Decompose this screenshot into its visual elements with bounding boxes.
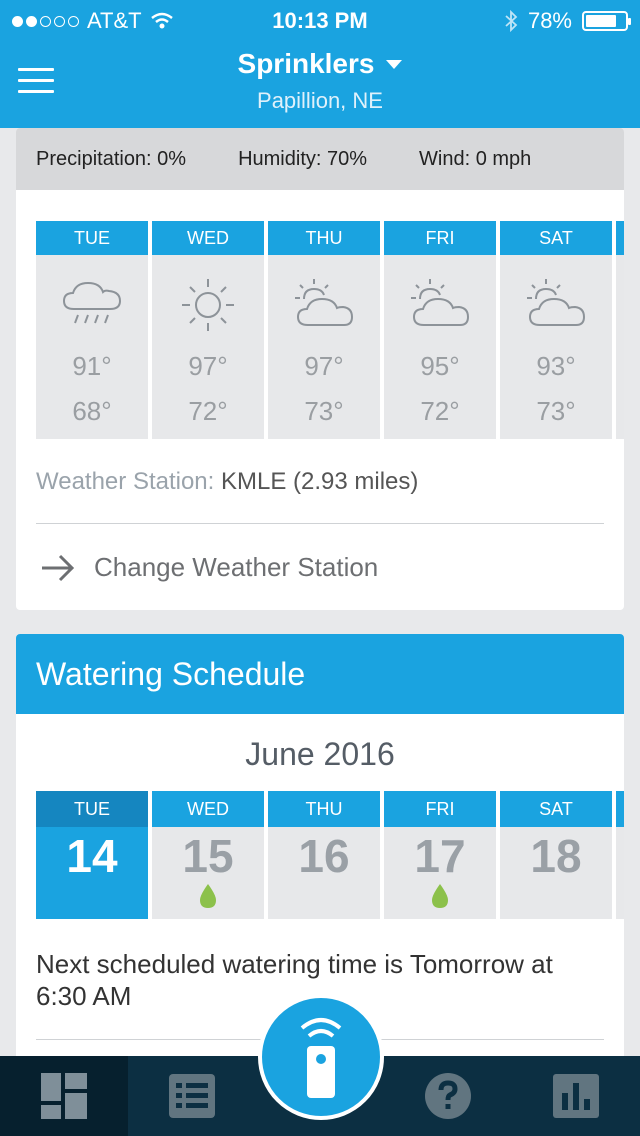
weather-card: Precipitation: 0% Humidity: 70% Wind: 0 … [16, 128, 624, 610]
forecast-day: WED 97° 72° [152, 221, 264, 439]
forecast-day-label: WED [152, 221, 264, 255]
station-value: KMLE (2.93 miles) [221, 468, 419, 495]
forecast-high: 93° [536, 351, 576, 381]
precipitation-stat: Precipitation: 0% [36, 147, 187, 170]
calendar-day-label: SAT [500, 791, 612, 827]
calendar-day[interactable]: FRI 17 [384, 791, 496, 919]
chart-icon [553, 1074, 599, 1118]
list-icon [169, 1074, 215, 1118]
water-drop-icon [200, 884, 216, 908]
status-right: 78% [504, 8, 631, 34]
calendar-date: 17 [414, 830, 466, 882]
location-subtitle: Papillion, NE [257, 88, 383, 113]
tab-schedule-list[interactable] [128, 1056, 256, 1136]
calendar-day[interactable]: SAT 18 [500, 791, 612, 919]
station-label: Weather Station: [36, 468, 215, 495]
forecast-high: 97° [188, 351, 228, 381]
calendar-day-today[interactable]: TUE 14 [36, 791, 148, 919]
forecast-day: SAT 93° 73° [500, 221, 612, 439]
forecast-day: THU 97° 73° [268, 221, 380, 439]
weather-stats: Precipitation: 0% Humidity: 70% Wind: 0 … [16, 128, 624, 190]
calendar-day-partial [616, 791, 624, 919]
forecast-day: TUE 91° 68° [36, 221, 148, 439]
tab-reports[interactable] [512, 1056, 640, 1136]
bluetooth-icon [505, 9, 518, 33]
battery-percent: 78% [527, 8, 572, 33]
forecast-day: FRI 95° 72° [384, 221, 496, 439]
calendar-day-label: FRI [384, 791, 496, 827]
forecast-low: 72° [420, 396, 460, 426]
forecast-low: 68° [72, 396, 112, 426]
tab-dashboard[interactable] [0, 1056, 128, 1136]
tab-help[interactable] [384, 1056, 512, 1136]
sun-icon [152, 269, 264, 341]
help-icon [425, 1073, 471, 1119]
rain-icon [36, 269, 148, 341]
forecast-low: 73° [304, 396, 344, 426]
watering-title: Watering Schedule [16, 634, 624, 714]
partly-cloudy-icon [500, 269, 612, 341]
forecast-low: 72° [188, 396, 228, 426]
app-header: AT&T 10:13 PM 78% Sprinklers Papillion, … [0, 0, 640, 128]
dashboard-icon [41, 1073, 87, 1119]
forecast-strip[interactable]: TUE 91° 68° WED 97° 72° THU 97° 73° FRI … [36, 221, 624, 439]
forecast-high: 97° [304, 351, 344, 381]
chevron-down-icon [386, 59, 403, 69]
calendar-day[interactable]: THU 16 [268, 791, 380, 919]
month-label: June 2016 [245, 736, 395, 772]
remote-icon [300, 1018, 342, 1098]
page-title: Sprinklers [237, 48, 375, 79]
calendar-strip[interactable]: TUE 14 WED 15 THU 16 FRI 17 SAT 18 [36, 791, 624, 919]
wind-stat: Wind: 0 mph [419, 147, 532, 170]
forecast-day-label: THU [268, 221, 380, 255]
forecast-high: 95° [420, 351, 460, 381]
forecast-day-partial [616, 221, 624, 439]
arrow-right-icon [42, 554, 75, 581]
calendar-day-label: WED [152, 791, 264, 827]
calendar-date: 16 [298, 830, 350, 882]
calendar-date: 15 [182, 830, 234, 882]
status-bar: AT&T 10:13 PM 78% [0, 6, 640, 36]
forecast-day-label: FRI [384, 221, 496, 255]
partly-cloudy-icon [268, 269, 380, 341]
change-station-button[interactable]: Change Weather Station [40, 552, 378, 583]
calendar-day-label: THU [268, 791, 380, 827]
device-selector[interactable]: Sprinklers Papillion, NE [0, 48, 640, 114]
battery-icon [582, 11, 631, 31]
forecast-low: 73° [536, 396, 576, 426]
forecast-day-label: SAT [500, 221, 612, 255]
calendar-day-label: TUE [36, 791, 148, 827]
calendar-day[interactable]: WED 15 [152, 791, 264, 919]
calendar-date: 18 [530, 830, 582, 882]
humidity-stat: Humidity: 70% [238, 147, 368, 170]
remote-button[interactable] [258, 994, 384, 1120]
forecast-day-label: TUE [36, 221, 148, 255]
calendar-date: 14 [66, 830, 118, 882]
partly-cloudy-icon [384, 269, 496, 341]
weather-station: Weather Station: KMLE (2.93 miles) [36, 468, 418, 496]
change-station-label: Change Weather Station [94, 552, 379, 582]
water-drop-icon [432, 884, 448, 908]
forecast-high: 91° [72, 351, 112, 381]
divider [36, 523, 604, 524]
